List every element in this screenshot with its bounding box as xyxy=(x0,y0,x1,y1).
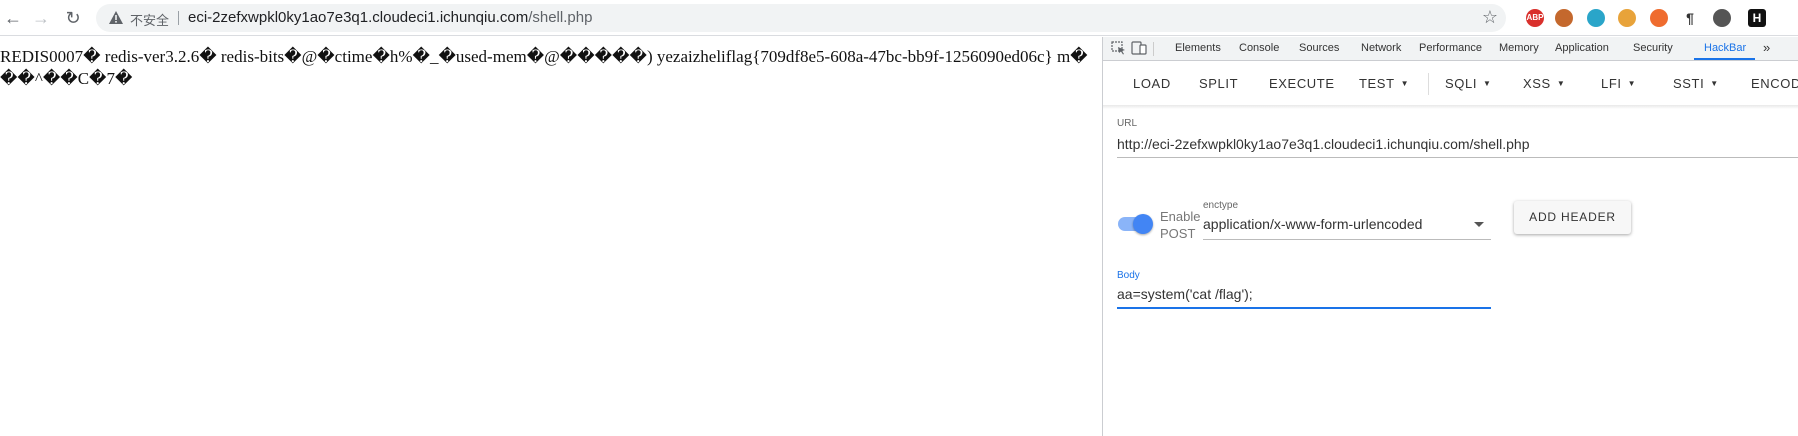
url-host: eci-2zefxwpkl0ky1ao7e3q1.cloudeci1.ichun… xyxy=(188,9,528,26)
settings-ext-icon[interactable] xyxy=(1713,9,1731,27)
url-field-underline xyxy=(1117,157,1798,158)
dropdown-caret-icon: ▼ xyxy=(1710,79,1719,88)
tab-network[interactable]: Network xyxy=(1361,42,1401,54)
page-output-text: REDIS0007� redis-ver3.2.6� redis-bits�@… xyxy=(0,46,1090,90)
back-arrow-icon[interactable]: ← xyxy=(2,7,24,29)
hackbar-lfi-button[interactable]: LFI ▼ xyxy=(1601,76,1636,91)
devtools-tab-bar: Elements Console Sources Network Performance… xyxy=(1103,37,1798,61)
enctype-select[interactable]: application/x-www-form-urlencoded xyxy=(1203,216,1422,232)
body-field-label: Body xyxy=(1117,270,1140,281)
hackbar-ssti-button[interactable]: SSTI ▼ xyxy=(1673,76,1719,91)
body-field-underline xyxy=(1117,307,1491,309)
omnibox-divider xyxy=(178,11,179,25)
hackbar-button-label: TEST xyxy=(1359,76,1395,91)
url-text[interactable]: eci-2zefxwpkl0ky1ao7e3q1.cloudeci1.ichun… xyxy=(188,9,592,26)
hackbar-button-label: ENCOD xyxy=(1751,76,1798,91)
dropdown-caret-icon: ▼ xyxy=(1557,79,1566,88)
hackbar-execute-button[interactable]: EXECUTE xyxy=(1269,76,1335,91)
url-field[interactable]: http://eci-2zefxwpkl0ky1ao7e3q1.cloudeci… xyxy=(1117,136,1529,152)
hackbar-button-label: SPLIT xyxy=(1199,76,1238,91)
tab-hackbar[interactable]: HackBar xyxy=(1704,42,1746,54)
dropdown-caret-icon: ▼ xyxy=(1483,79,1492,88)
inspect-element-icon[interactable] xyxy=(1111,41,1127,55)
tab-divider xyxy=(1153,42,1154,56)
tab-elements[interactable]: Elements xyxy=(1175,42,1221,54)
translate-ext-icon[interactable] xyxy=(1587,9,1605,27)
tab-sources[interactable]: Sources xyxy=(1299,42,1339,54)
add-header-button[interactable]: ADD HEADER xyxy=(1514,201,1631,234)
hackbar-load-button[interactable]: LOAD xyxy=(1133,76,1171,91)
hackbar-button-label: SSTI xyxy=(1673,76,1704,91)
hackbar-button-label: EXECUTE xyxy=(1269,76,1335,91)
hackbar-encod-button[interactable]: ENCOD xyxy=(1751,76,1798,91)
dropdown-caret-icon: ▼ xyxy=(1628,79,1637,88)
hackbar-button-label: XSS xyxy=(1523,76,1551,91)
tab-security[interactable]: Security xyxy=(1633,42,1673,54)
hackbar-sqli-button[interactable]: SQLI ▼ xyxy=(1445,76,1492,91)
forward-arrow-icon[interactable]: → xyxy=(30,7,52,29)
paragraph-ext-icon[interactable]: ¶ xyxy=(1681,9,1699,27)
url-field-label: URL xyxy=(1117,118,1137,129)
tab-application[interactable]: Application xyxy=(1555,42,1609,54)
url-path: /shell.php xyxy=(528,9,592,26)
active-tab-indicator xyxy=(1694,58,1755,60)
enctype-dropdown-caret-icon[interactable] xyxy=(1474,222,1484,227)
hackbar-test-button[interactable]: TEST ▼ xyxy=(1359,76,1409,91)
warning-icon[interactable] xyxy=(108,10,124,26)
hackbar-xss-button[interactable]: XSS ▼ xyxy=(1523,76,1565,91)
hackbar-button-label: LOAD xyxy=(1133,76,1171,91)
browser-toolbar: ← → ↻ 不安全 eci-2zefxwpkl0ky1ao7e3q1.cloud… xyxy=(0,0,1798,36)
tampermonkey-icon[interactable] xyxy=(1555,9,1573,27)
enctype-underline xyxy=(1203,239,1491,240)
body-field[interactable]: aa=system('cat /flag'); xyxy=(1117,286,1253,302)
hackbar-toolbar-shadow xyxy=(1103,105,1798,109)
device-toolbar-icon[interactable] xyxy=(1131,41,1147,55)
tab-performance[interactable]: Performance xyxy=(1419,42,1482,54)
reload-icon[interactable]: ↻ xyxy=(62,7,84,29)
enable-post-toggle-knob[interactable] xyxy=(1133,214,1153,234)
address-bar[interactable]: 不安全 eci-2zefxwpkl0ky1ao7e3q1.cloudeci1.i… xyxy=(96,4,1506,32)
enctype-label: enctype xyxy=(1203,200,1238,211)
hackbar-ext-icon[interactable]: H xyxy=(1748,9,1766,27)
cookie-ext-icon[interactable] xyxy=(1618,9,1636,27)
page-viewport: REDIS0007� redis-ver3.2.6� redis-bits�@… xyxy=(0,37,1102,436)
security-status-label[interactable]: 不安全 xyxy=(130,10,169,29)
tab-console[interactable]: Console xyxy=(1239,42,1279,54)
hackbar-button-label: LFI xyxy=(1601,76,1622,91)
hackbar-button-label: SQLI xyxy=(1445,76,1477,91)
hackbar-divider xyxy=(1428,73,1429,95)
dropdown-caret-icon: ▼ xyxy=(1401,79,1410,88)
bookmark-star-icon[interactable]: ☆ xyxy=(1482,7,1498,28)
tab-memory[interactable]: Memory xyxy=(1499,42,1539,54)
ring-ext-icon[interactable] xyxy=(1650,9,1668,27)
hackbar-toolbar: LOAD SPLIT EXECUTE TEST ▼ SQLI ▼ XSS ▼ LFI ▼ SSTI ▼ E… xyxy=(1103,61,1798,105)
adblock-plus-icon[interactable]: ABP xyxy=(1526,9,1544,27)
hackbar-split-button[interactable]: SPLIT xyxy=(1199,76,1238,91)
more-tabs-icon[interactable]: » xyxy=(1763,40,1770,55)
